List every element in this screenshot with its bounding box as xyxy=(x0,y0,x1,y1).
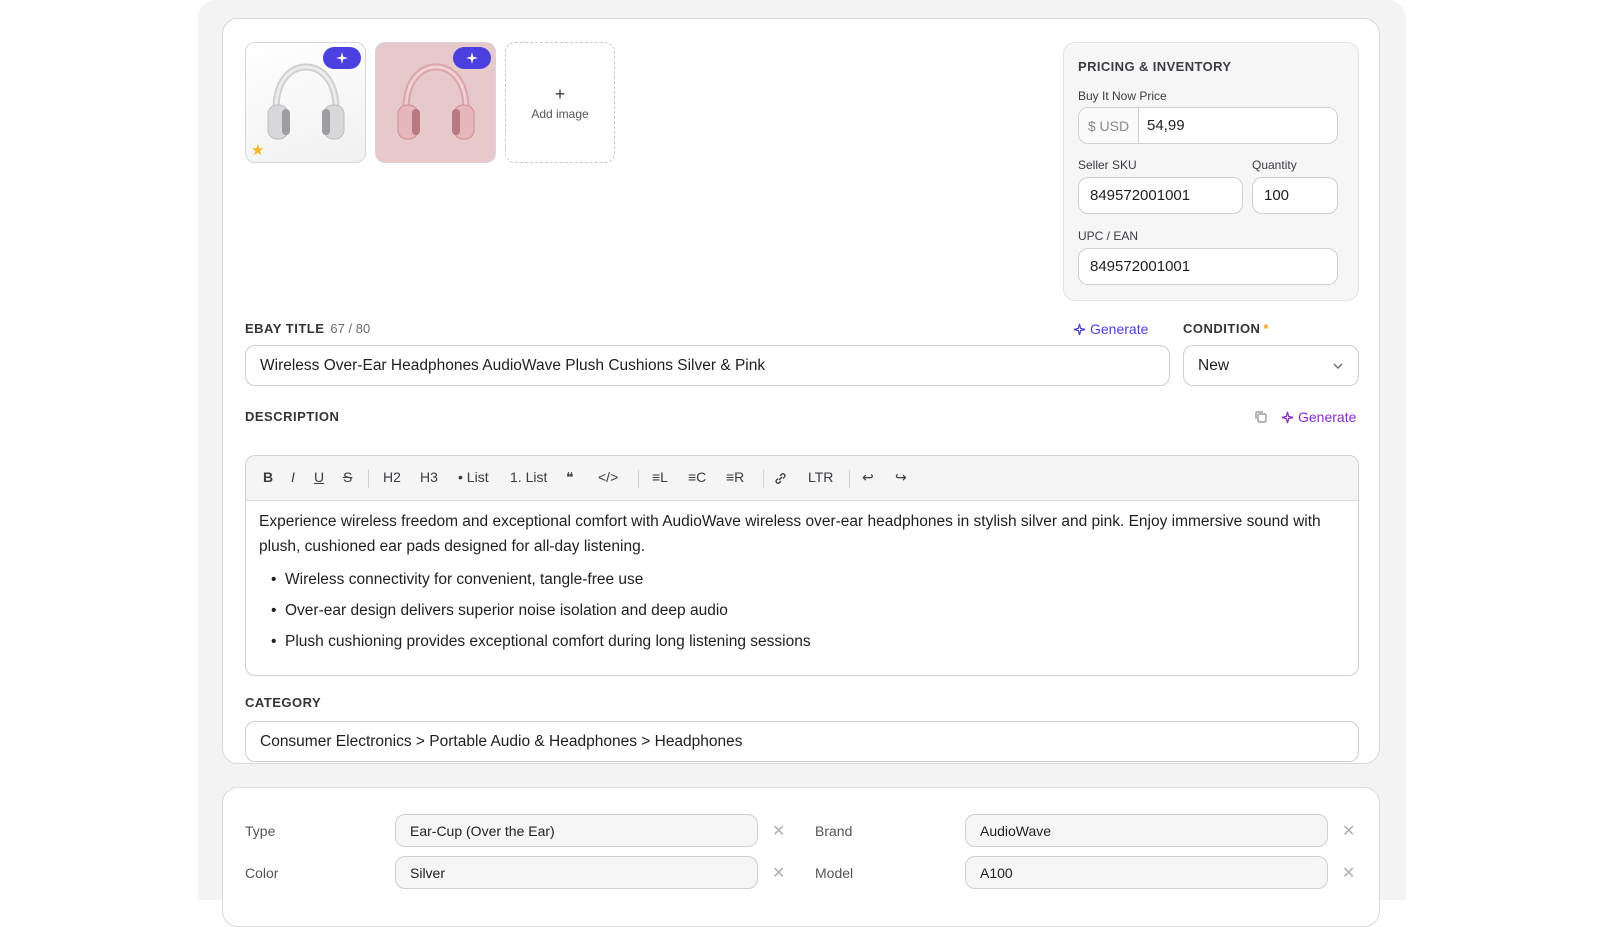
toolbar-divider xyxy=(638,470,639,488)
link-icon[interactable] xyxy=(773,471,788,486)
clear-model-icon[interactable]: ✕ xyxy=(1342,863,1355,883)
undo-button[interactable]: ↩ xyxy=(862,469,874,486)
redo-button[interactable]: ↪ xyxy=(895,469,907,486)
spec-label-color: Color xyxy=(245,865,279,881)
text-direction-button[interactable]: LTR xyxy=(808,469,833,485)
category-input[interactable]: Consumer Electronics > Portable Audio & … xyxy=(245,721,1359,762)
generate-title-label: Generate xyxy=(1090,321,1149,337)
plus-icon: + xyxy=(554,83,566,104)
add-image-label: Add image xyxy=(531,106,589,121)
ebay-title-input[interactable]: Wireless Over-Ear Headphones AudioWave P… xyxy=(245,345,1170,386)
quantity-input[interactable]: 100 xyxy=(1252,177,1338,214)
chevron-down-icon xyxy=(1333,363,1343,369)
item-specifics-card: Type Ear-Cup (Over the Ear) ✕ Brand Audi… xyxy=(222,787,1380,927)
generate-title-button[interactable]: Generate xyxy=(1073,321,1148,337)
heading3-button[interactable]: H3 xyxy=(420,469,438,485)
add-image-button[interactable]: + Add image xyxy=(505,42,615,163)
generate-description-label: Generate xyxy=(1298,409,1357,425)
heading2-button[interactable]: H2 xyxy=(383,469,401,485)
clear-brand-icon[interactable]: ✕ xyxy=(1342,821,1355,841)
sparkle-icon xyxy=(1281,411,1294,423)
upc-label: UPC / EAN xyxy=(1078,229,1139,243)
image-thumbnail-pink[interactable] xyxy=(375,42,496,163)
price-value: 54,99 xyxy=(1147,117,1185,134)
description-editor[interactable]: B I U S H2 H3 • List 1. List ❝ </> ≡L ≡C… xyxy=(245,455,1359,676)
clear-color-icon[interactable]: ✕ xyxy=(772,863,785,883)
toolbar-divider xyxy=(763,470,764,488)
spec-field-model[interactable]: A100 xyxy=(965,856,1328,889)
ordered-list-button[interactable]: 1. List xyxy=(510,469,547,485)
clear-type-icon[interactable]: ✕ xyxy=(772,821,785,841)
align-left-button[interactable]: ≡L xyxy=(652,469,668,485)
image-thumbnail-silver[interactable]: ★ xyxy=(245,42,366,163)
quantity-label: Quantity xyxy=(1252,158,1297,172)
align-right-button[interactable]: ≡R xyxy=(726,469,744,485)
spec-label-model: Model xyxy=(815,865,854,881)
upc-input[interactable]: 849572001001 xyxy=(1078,248,1338,285)
page-background: ★ + Add image PRICING & INVENTORY Buy It… xyxy=(198,0,1406,927)
code-button[interactable]: </> xyxy=(598,469,618,485)
bullet-list-button[interactable]: • List xyxy=(458,469,489,485)
currency-prefix: $ USD xyxy=(1079,108,1139,143)
align-center-button[interactable]: ≡C xyxy=(688,469,706,485)
editor-toolbar: B I U S H2 H3 • List 1. List ❝ </> ≡L ≡C… xyxy=(246,456,1358,501)
list-item: Plush cushioning provides exceptional co… xyxy=(259,629,1328,660)
required-marker: * xyxy=(1263,321,1270,336)
strikethrough-button[interactable]: S xyxy=(343,469,352,485)
ebay-title-label: EBAY TITLE 67 / 80 xyxy=(245,321,370,336)
title-char-counter: 67 / 80 xyxy=(330,321,371,336)
spec-label-type: Type xyxy=(245,823,276,839)
primary-star-icon: ★ xyxy=(251,142,265,159)
price-label: Buy It Now Price xyxy=(1078,89,1167,103)
sparkle-icon xyxy=(466,52,478,64)
copy-icon[interactable] xyxy=(1254,410,1268,424)
spec-field-color[interactable]: Silver xyxy=(395,856,758,889)
ai-sparkle-badge[interactable] xyxy=(453,47,491,69)
condition-label: CONDITION * xyxy=(1183,321,1269,336)
editor-content[interactable]: Experience wireless freedom and exceptio… xyxy=(259,509,1328,660)
category-label: CATEGORY xyxy=(245,695,322,710)
toolbar-divider xyxy=(849,470,850,488)
ebay-title-text: EBAY TITLE xyxy=(245,321,325,336)
spec-field-brand[interactable]: AudioWave xyxy=(965,814,1328,847)
headphones-silver-image xyxy=(267,63,345,140)
toolbar-divider xyxy=(368,470,369,488)
condition-value: New xyxy=(1198,356,1230,374)
generate-description-button[interactable]: Generate xyxy=(1281,409,1356,425)
description-bullet-list: Wireless connectivity for convenient, ta… xyxy=(259,567,1328,660)
spec-label-brand: Brand xyxy=(815,823,853,839)
ai-sparkle-badge[interactable] xyxy=(323,47,361,69)
spec-field-type[interactable]: Ear-Cup (Over the Ear) xyxy=(395,814,758,847)
underline-button[interactable]: U xyxy=(314,469,324,485)
italic-button[interactable]: I xyxy=(291,469,295,485)
quote-button[interactable]: ❝ xyxy=(566,469,574,486)
list-item: Wireless connectivity for convenient, ta… xyxy=(259,567,1328,598)
sparkle-icon xyxy=(336,52,348,64)
condition-text: CONDITION xyxy=(1183,321,1261,336)
pricing-title: PRICING & INVENTORY xyxy=(1078,59,1232,74)
listing-main-card: ★ + Add image PRICING & INVENTORY Buy It… xyxy=(222,18,1380,764)
description-paragraph: Experience wireless freedom and exceptio… xyxy=(259,513,1321,555)
price-input[interactable]: $ USD 54,99 xyxy=(1078,107,1338,144)
bold-button[interactable]: B xyxy=(263,469,273,485)
pricing-inventory-panel: PRICING & INVENTORY Buy It Now Price $ U… xyxy=(1063,42,1359,301)
list-item: Over-ear design delivers superior noise … xyxy=(259,598,1328,629)
description-label: DESCRIPTION xyxy=(245,409,340,424)
sku-label: Seller SKU xyxy=(1078,158,1137,172)
condition-select[interactable]: New xyxy=(1183,345,1359,386)
sparkle-icon xyxy=(1073,323,1086,335)
headphones-pink-image xyxy=(397,63,475,140)
sku-input[interactable]: 849572001001 xyxy=(1078,177,1243,214)
